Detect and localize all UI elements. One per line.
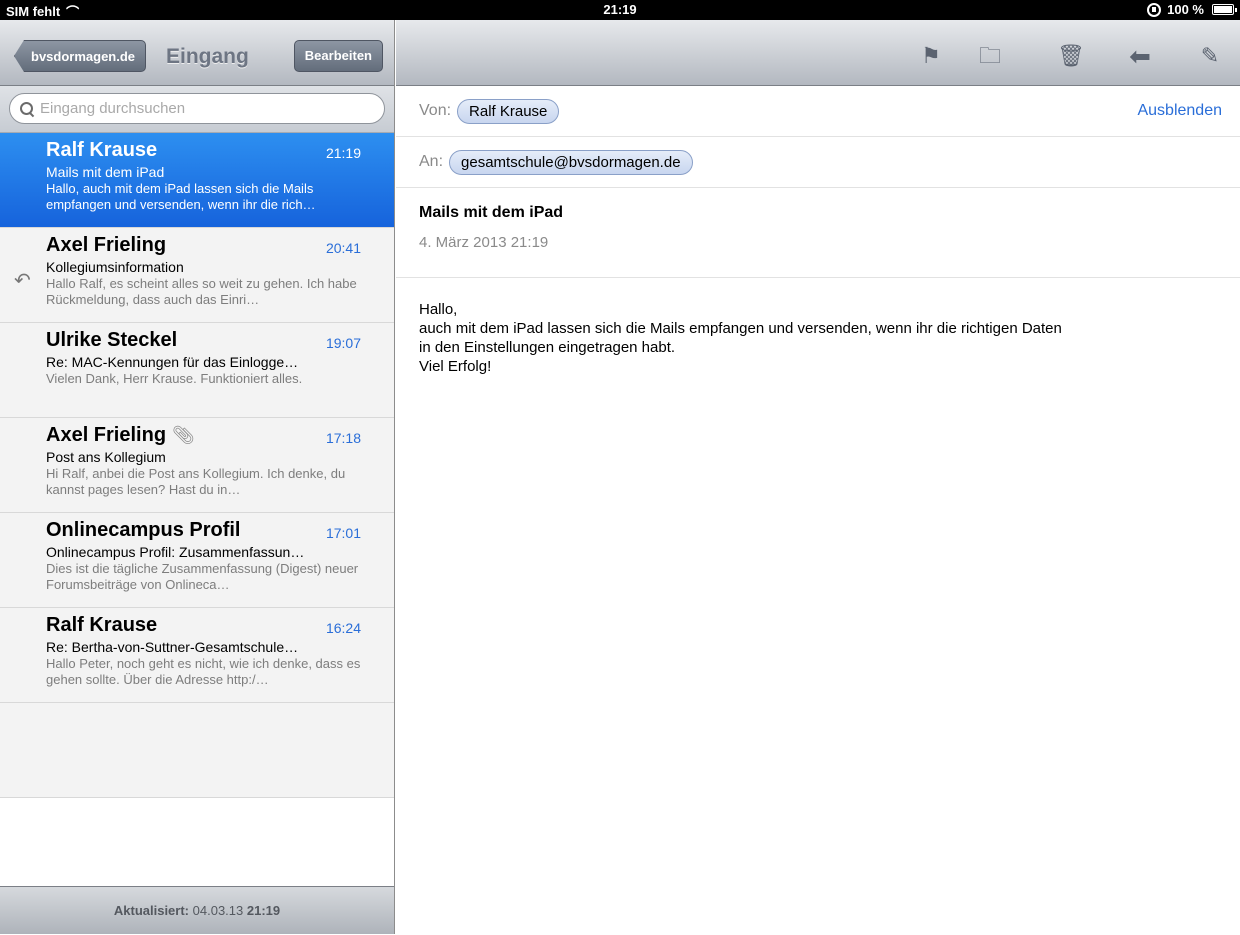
edit-button[interactable]: Bearbeiten xyxy=(293,40,383,72)
subject-block: Mails mit dem iPad 4. März 2013 21:19 xyxy=(396,188,1240,278)
body-line: Hallo, xyxy=(419,301,458,318)
message-subject: Re: Bertha-von-Suttner-Gesamtschule… xyxy=(46,639,299,655)
message-time: 17:01 xyxy=(325,525,361,541)
message-pane: ⚑ 🗀︎ 🗑︎ ⬅ ✎ Von: Ralf Krause Ausblenden … xyxy=(396,20,1240,934)
message-sender: Onlinecampus Profil xyxy=(46,519,241,541)
message-subject-heading: Mails mit dem iPad xyxy=(419,204,564,221)
message-subject: Kollegiumsinformation xyxy=(46,259,184,275)
hide-details-link[interactable]: Ausblenden xyxy=(1137,102,1222,120)
to-address-pill[interactable]: gesamtschule@bvsdormagen.de xyxy=(449,149,693,175)
message-row[interactable]: Ralf Krause 21:19 Mails mit dem iPad Hal… xyxy=(0,133,394,228)
message-sender: Ulrike Steckel xyxy=(46,329,178,351)
message-row[interactable]: Ralf Krause 16:24 Re: Bertha-von-Suttner… xyxy=(0,608,394,703)
message-sender: Ralf Krause xyxy=(46,139,158,161)
body-line: in den Einstellungen eingetragen habt. xyxy=(419,339,676,356)
from-row: Von: Ralf Krause Ausblenden xyxy=(396,86,1240,137)
message-row[interactable]: Ulrike Steckel 19:07 Re: MAC-Kennungen f… xyxy=(0,323,394,418)
battery-icon xyxy=(1212,4,1237,15)
message-preview: Hallo, auch mit dem iPad lassen sich die… xyxy=(46,181,316,212)
mailbox-status-toolbar: Aktualisiert: 04.03.13 21:19 xyxy=(0,886,394,934)
to-label: An: xyxy=(419,153,444,170)
message-sender: Ralf Krause xyxy=(46,614,158,636)
message-body: Hallo, auch mit dem iPad lassen sich die… xyxy=(396,278,1240,398)
message-preview: Vielen Dank, Herr Krause. Funktioniert a… xyxy=(46,371,303,386)
to-row: An: gesamtschule@bvsdormagen.de xyxy=(396,137,1240,188)
message-subject: Post ans Kollegium xyxy=(46,449,166,465)
message-toolbar: ⚑ 🗀︎ 🗑︎ ⬅ ✎ xyxy=(396,20,1240,86)
from-label: Von: xyxy=(419,102,452,119)
message-time: 20:41 xyxy=(325,240,361,256)
mailbox-navbar: bvsdormagen.de Eingang Bearbeiten xyxy=(0,20,394,86)
status-time: 21:19 xyxy=(603,2,637,17)
empty-list-row xyxy=(0,703,394,798)
updated-date: 04.03.13 xyxy=(192,903,244,918)
reply-icon[interactable]: ⬅ xyxy=(1128,43,1152,69)
compose-icon[interactable]: ✎ xyxy=(1198,44,1222,68)
message-sender: Axel Frieling xyxy=(46,424,167,446)
message-time: 16:24 xyxy=(325,620,361,636)
trash-icon[interactable]: 🗑︎ xyxy=(1057,44,1085,68)
updated-time: 21:19 xyxy=(246,903,281,918)
status-right: 100 % xyxy=(1147,2,1237,17)
message-preview: Hallo Ralf, es scheint alles so weit zu … xyxy=(46,276,357,307)
message-preview: Dies ist die tägliche Zusammenfassung (D… xyxy=(46,561,359,592)
search-input[interactable]: Eingang durchsuchen xyxy=(9,93,385,124)
message-subject: Re: MAC-Kennungen für das Einlogge… xyxy=(46,354,299,370)
message-sender: Axel Frieling xyxy=(46,234,167,256)
message-date: 4. März 2013 21:19 xyxy=(419,234,549,251)
status-bar: SIM fehlt ⌒ 21:19 100 % xyxy=(0,0,1240,20)
message-time: 21:19 xyxy=(325,145,361,161)
body-line: auch mit dem iPad lassen sich die Mails … xyxy=(419,320,1062,337)
message-row[interactable]: Axel Frieling 📎︎ 17:18 Post ans Kollegiu… xyxy=(0,418,394,513)
message-list: Ralf Krause 21:19 Mails mit dem iPad Hal… xyxy=(0,133,394,798)
mailbox-title: Eingang xyxy=(166,45,249,68)
back-button[interactable]: bvsdormagen.de xyxy=(14,40,147,72)
battery-percent: 100 % xyxy=(1167,2,1204,17)
move-folder-icon[interactable]: 🗀︎ xyxy=(978,44,1002,68)
message-preview: Hi Ralf, anbei die Post ans Kollegium. I… xyxy=(46,466,346,497)
mailbox-pane: bvsdormagen.de Eingang Bearbeiten Eingan… xyxy=(0,20,395,934)
message-subject: Onlinecampus Profil: Zusammenfassun… xyxy=(46,544,305,560)
rotation-lock-icon xyxy=(1147,2,1162,17)
search-bar: Eingang durchsuchen xyxy=(0,86,394,133)
message-preview: Hallo Peter, noch geht es nicht, wie ich… xyxy=(46,656,361,687)
body-line: Viel Erfolg! xyxy=(419,358,492,375)
message-row[interactable]: Onlinecampus Profil 17:01 Onlinecampus P… xyxy=(0,513,394,608)
message-row[interactable]: ↶ Axel Frieling 20:41 Kollegiumsinformat… xyxy=(0,228,394,323)
replied-icon: ↶ xyxy=(14,270,31,292)
search-placeholder: Eingang durchsuchen xyxy=(40,100,186,117)
search-icon xyxy=(20,101,34,116)
message-time: 17:18 xyxy=(325,430,361,446)
message-time: 19:07 xyxy=(325,335,361,351)
message-sender-row: Axel Frieling 📎︎ xyxy=(46,424,364,447)
attachment-icon: 📎︎ xyxy=(172,425,195,445)
flag-icon[interactable]: ⚑ xyxy=(919,44,943,68)
message-subject: Mails mit dem iPad xyxy=(46,164,165,180)
from-address-pill[interactable]: Ralf Krause xyxy=(457,98,560,124)
updated-label: Aktualisiert: xyxy=(113,903,190,918)
